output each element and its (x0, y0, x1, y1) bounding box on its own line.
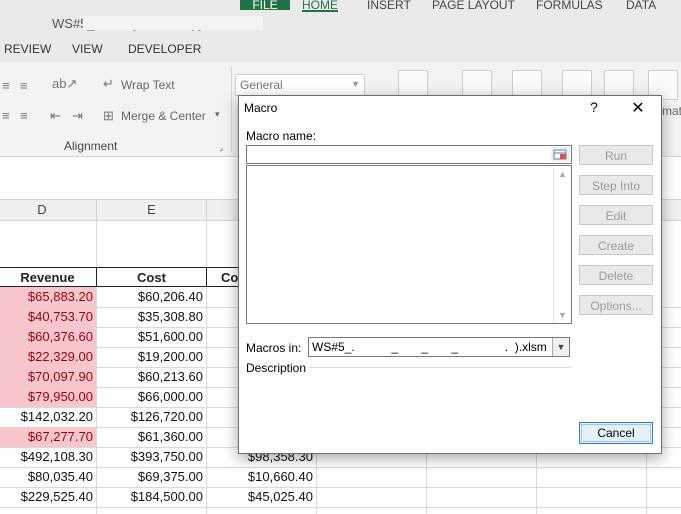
cell-profit[interactable]: $45,025.40 (207, 487, 316, 507)
macros-in-label: Macros in: (246, 341, 302, 355)
dialog-launcher-icon[interactable]: ⌟ (219, 142, 223, 153)
description-label: Description (246, 361, 307, 375)
macro-name-label: Macro name: (246, 129, 317, 143)
collapse-dialog-icon[interactable] (551, 147, 570, 162)
cell-revenue[interactable]: $70,097.90 (0, 367, 96, 387)
title-bar: WS#5_ .xlsm [Read-Only] - Excel FILE HOM… (0, 0, 681, 36)
cell-revenue[interactable]: $40,753.70 (0, 307, 96, 327)
align-right-icon[interactable]: ≡ (2, 108, 10, 123)
table-row: $229,525.40 $184,500.00 $45,025.40 (0, 487, 681, 507)
cell-revenue[interactable]: $79,950.00 (0, 387, 96, 407)
cell-revenue[interactable]: $67,277.70 (0, 427, 96, 447)
delete-button[interactable]: Delete (579, 265, 653, 285)
step-into-button[interactable]: Step Into (579, 175, 653, 195)
cell-profit[interactable]: $10,660.40 (207, 467, 316, 487)
help-button[interactable]: ? (587, 99, 601, 117)
merge-center-icon: ⊞ (103, 108, 114, 123)
number-format-value: General (240, 78, 283, 92)
tab-view[interactable]: VIEW (72, 42, 103, 56)
tab-home[interactable]: HOME (302, 0, 338, 12)
justify-icon[interactable]: ≡ (20, 108, 28, 123)
grid-line (0, 507, 681, 508)
scrollbar[interactable]: ▲ ▼ (553, 166, 571, 323)
tab-formulas[interactable]: FORMULAS (536, 0, 603, 10)
chevron-down-icon: ▼ (351, 79, 360, 89)
close-icon[interactable]: ✕ (627, 98, 649, 118)
scroll-down-icon[interactable]: ▼ (554, 307, 571, 323)
alignment-group-label: Alignment (64, 139, 118, 153)
tab-insert[interactable]: INSERT (367, 0, 411, 10)
macro-name-field[interactable] (246, 145, 572, 164)
cell-revenue[interactable]: $142,032.20 (0, 407, 96, 427)
cancel-button[interactable]: Cancel (579, 422, 653, 444)
cell-cost[interactable]: $60,206.40 (97, 287, 206, 307)
wrap-text-icon: ↵ (103, 76, 114, 91)
header-revenue[interactable]: Revenue (0, 267, 97, 287)
merge-center-button[interactable]: Merge & Center (121, 109, 206, 123)
ribbon-tab-strip: REVIEW VIEW DEVELOPER (0, 36, 681, 62)
cell-cost[interactable]: $61,360.00 (97, 427, 206, 447)
cell-revenue[interactable]: $80,035.40 (0, 467, 96, 487)
cell-revenue[interactable]: $60,376.60 (0, 327, 96, 347)
macros-in-dropdown[interactable]: WS#5_. _ _ _ . ).xlsm ▼ (308, 337, 570, 357)
dialog-title: Macro (244, 101, 278, 115)
cell-revenue[interactable]: $65,883.20 (0, 287, 96, 307)
column-header-e[interactable]: E (97, 200, 207, 220)
edit-button[interactable]: Edit (579, 205, 653, 225)
tab-review[interactable]: REVIEW (4, 42, 51, 56)
tab-developer[interactable]: DEVELOPER (128, 42, 201, 56)
scroll-up-icon[interactable]: ▲ (554, 166, 571, 182)
cell-revenue[interactable]: $492,108.30 (0, 447, 96, 467)
cell-cost[interactable]: $60,213.60 (97, 367, 206, 387)
cell-cost[interactable]: $184,500.00 (97, 487, 206, 507)
tab-data[interactable]: DATA (626, 0, 656, 10)
macro-list[interactable]: ▲ ▼ (246, 165, 572, 324)
run-button[interactable]: Run (579, 145, 653, 165)
decrease-indent-icon[interactable]: ⇤ (50, 108, 61, 124)
format-label: mat (662, 104, 681, 118)
tab-page-layout[interactable]: PAGE LAYOUT (432, 0, 515, 10)
tab-file[interactable]: FILE (240, 0, 290, 10)
increase-indent-icon[interactable]: ⇥ (72, 108, 83, 124)
create-button[interactable]: Create (579, 235, 653, 255)
macro-name-input[interactable] (249, 147, 545, 162)
redacted-filename (83, 16, 263, 30)
cell-cost[interactable]: $69,375.00 (97, 467, 206, 487)
merge-dropdown-icon[interactable]: ▾ (215, 109, 220, 120)
chevron-down-icon[interactable]: ▼ (552, 338, 569, 356)
cell-cost[interactable]: $51,600.00 (97, 327, 206, 347)
cell-cost[interactable]: $126,720.00 (97, 407, 206, 427)
group-divider (231, 66, 232, 152)
orientation-icon[interactable]: ab↗ (52, 76, 77, 92)
options-button[interactable]: Options... (579, 295, 653, 315)
cell-cost[interactable]: $35,308.80 (97, 307, 206, 327)
header-cost[interactable]: Cost (96, 267, 207, 287)
table-row: $80,035.40 $69,375.00 $10,660.40 (0, 467, 681, 487)
cell-revenue[interactable]: $22,329.00 (0, 347, 96, 367)
align-center-icon[interactable]: ≡ (20, 78, 28, 93)
wrap-text-button[interactable]: Wrap Text (121, 78, 175, 92)
macros-in-value: WS#5_. _ _ _ . ).xlsm (312, 340, 547, 354)
number-format-dropdown[interactable]: General ▼ (235, 74, 365, 96)
cell-cost[interactable]: $19,200.00 (97, 347, 206, 367)
cell-cost[interactable]: $393,750.00 (97, 447, 206, 467)
description-divider (309, 367, 571, 368)
cell-revenue[interactable]: $229,525.40 (0, 487, 96, 507)
macro-dialog: Macro ? ✕ Macro name: ▲ ▼ Run Step Into … (238, 95, 662, 454)
align-left-icon[interactable]: ≡ (2, 78, 10, 93)
column-header-d[interactable]: D (0, 200, 97, 220)
cell-cost[interactable]: $66,000.00 (97, 387, 206, 407)
